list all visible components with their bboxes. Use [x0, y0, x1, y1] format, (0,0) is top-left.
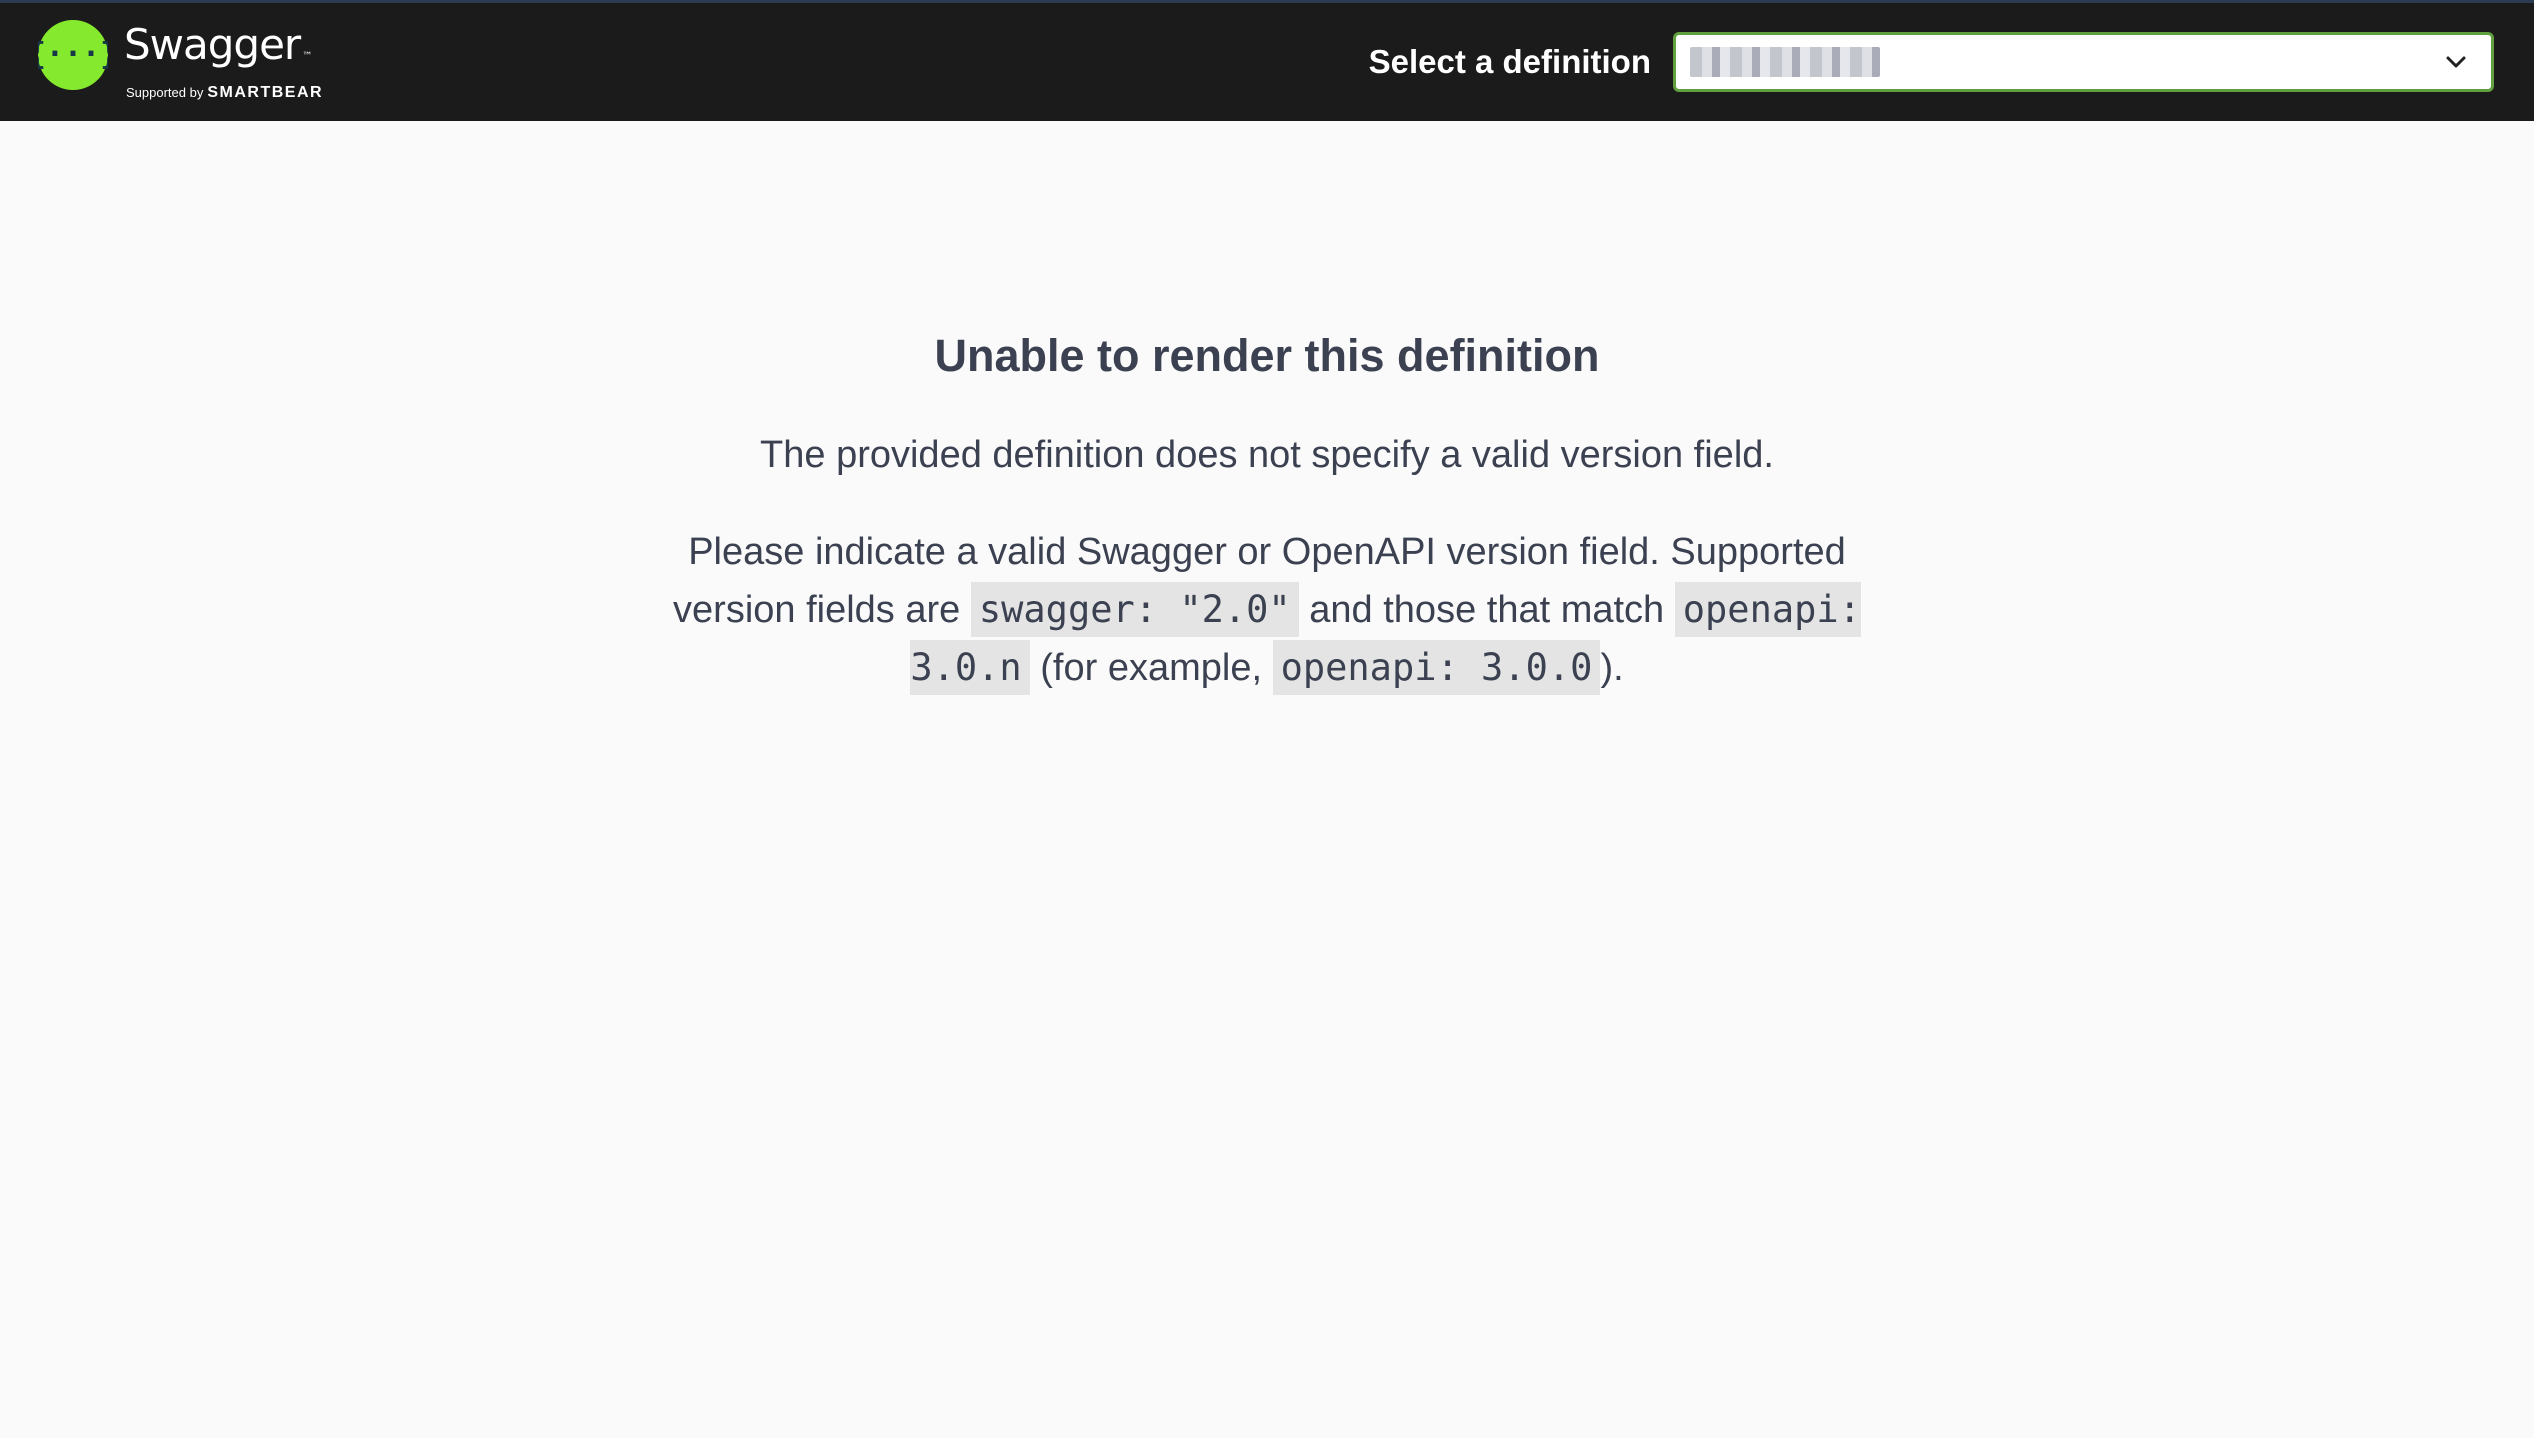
swagger-logo[interactable]: {···} Swagger™ Supported bySMARTBEAR — [38, 20, 323, 102]
topbar-accent-line — [0, 0, 2534, 3]
detail-text-4: ). — [1600, 647, 1624, 689]
chevron-down-icon — [2446, 56, 2466, 68]
svg-text:{···}: {···} — [38, 37, 108, 72]
error-message: The provided definition does not specify… — [760, 434, 1774, 476]
error-detail: Please indicate a valid Swagger or OpenA… — [640, 523, 1894, 697]
selected-definition-redacted — [1690, 47, 1880, 77]
code-openapi-example: openapi: 3.0.0 — [1272, 640, 1601, 695]
selector-label: Select a definition — [1368, 43, 1651, 80]
error-title: Unable to render this definition — [934, 330, 1600, 381]
definition-select[interactable] — [1673, 32, 2494, 92]
topbar: {···} Swagger™ Supported bySMARTBEAR Sel… — [0, 0, 2534, 121]
detail-text-2: and those that match — [1309, 589, 1665, 631]
logo-wordmark: Swagger ™ Supported by SMARTBEAR — [124, 20, 323, 102]
code-swagger-version: swagger: "2.0" — [970, 582, 1299, 637]
swagger-braces-icon: {···} — [38, 20, 108, 90]
logo-name: Swagger ™ — [124, 20, 312, 69]
logo-supported-by: Supported by SMARTBEAR — [126, 84, 324, 101]
definition-selector: Select a definition — [1368, 32, 2494, 92]
detail-text-3: (for example, — [1040, 647, 1263, 689]
